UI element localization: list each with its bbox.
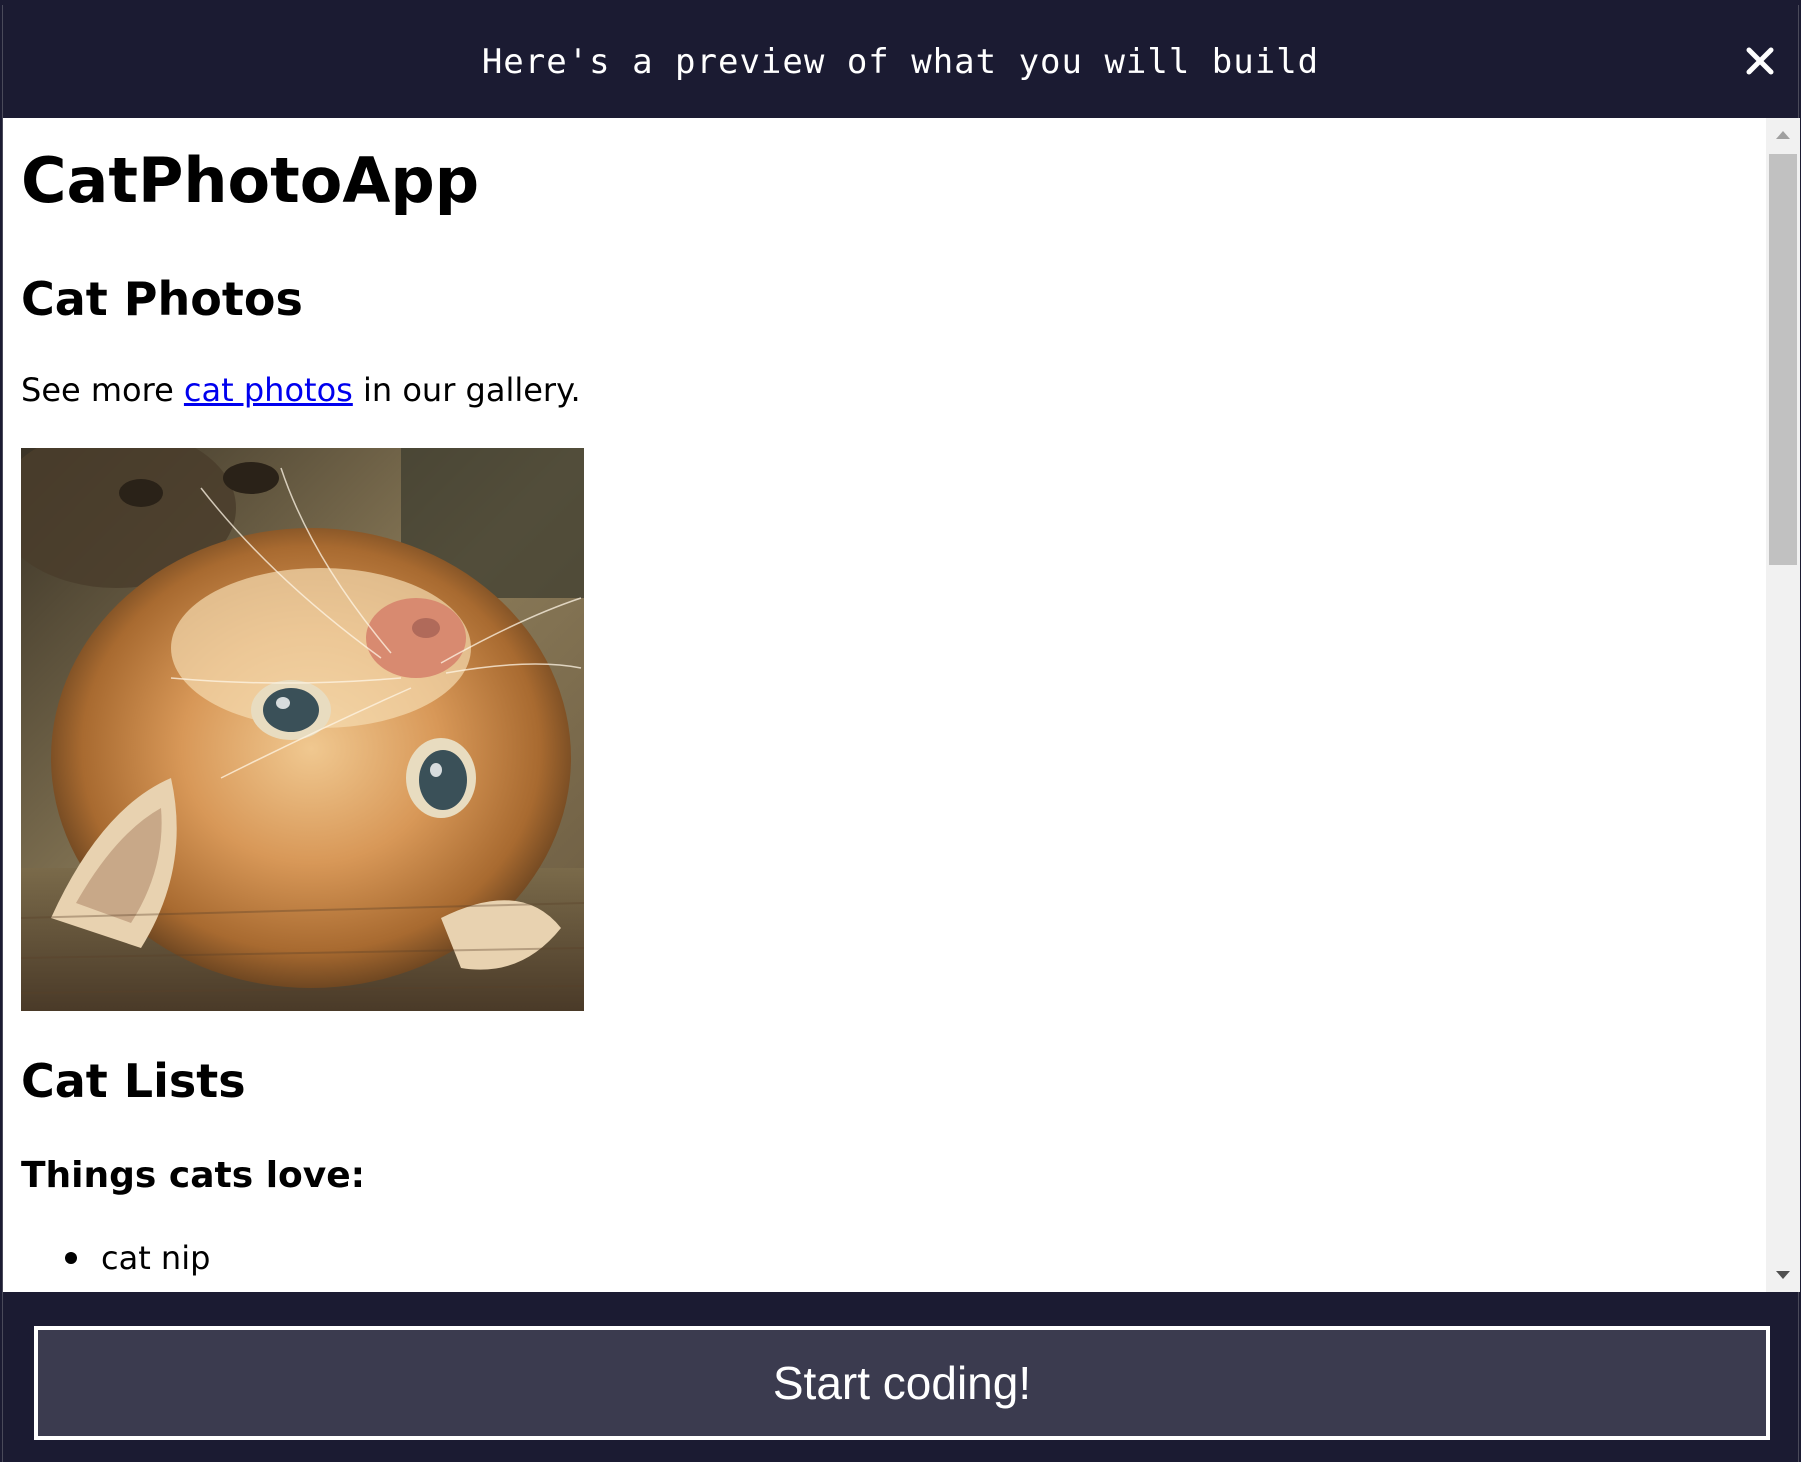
- scroll-down-button[interactable]: [1766, 1258, 1800, 1292]
- cat-photos-heading: Cat Photos: [21, 272, 303, 326]
- things-cats-love-heading: Things cats love:: [21, 1155, 366, 1196]
- vertical-scrollbar[interactable]: [1766, 118, 1800, 1292]
- start-coding-button[interactable]: Start coding!: [34, 1326, 1770, 1440]
- modal-footer: Start coding!: [3, 1292, 1798, 1462]
- cat-photos-link[interactable]: cat photos: [184, 371, 353, 409]
- bullet-icon: [65, 1252, 77, 1264]
- preview-modal: Here's a preview of what you will build …: [2, 5, 1800, 1462]
- cat-photo-illustration: [21, 448, 584, 1011]
- preview-frame[interactable]: CatPhotoApp Cat Photos See more cat phot…: [3, 118, 1800, 1292]
- modal-header: Here's a preview of what you will build: [3, 5, 1798, 118]
- cat-photo[interactable]: [21, 448, 584, 1011]
- things-cats-love-list: cat nip: [65, 1242, 210, 1274]
- triangle-down-icon: [1776, 1271, 1790, 1279]
- scroll-up-button[interactable]: [1766, 118, 1800, 152]
- app-title: CatPhotoApp: [21, 144, 480, 217]
- modal-title: Here's a preview of what you will build: [481, 41, 1320, 82]
- scroll-thumb[interactable]: [1769, 154, 1797, 565]
- gallery-text: See more cat photos in our gallery.: [21, 374, 581, 406]
- close-icon: [1746, 47, 1774, 75]
- list-item-label: cat nip: [101, 1239, 211, 1277]
- triangle-up-icon: [1776, 131, 1790, 139]
- gallery-suffix: in our gallery.: [352, 371, 581, 409]
- cat-lists-heading: Cat Lists: [21, 1054, 246, 1108]
- gallery-prefix: See more: [21, 371, 184, 409]
- list-item: cat nip: [65, 1242, 210, 1274]
- close-button[interactable]: [1744, 45, 1776, 77]
